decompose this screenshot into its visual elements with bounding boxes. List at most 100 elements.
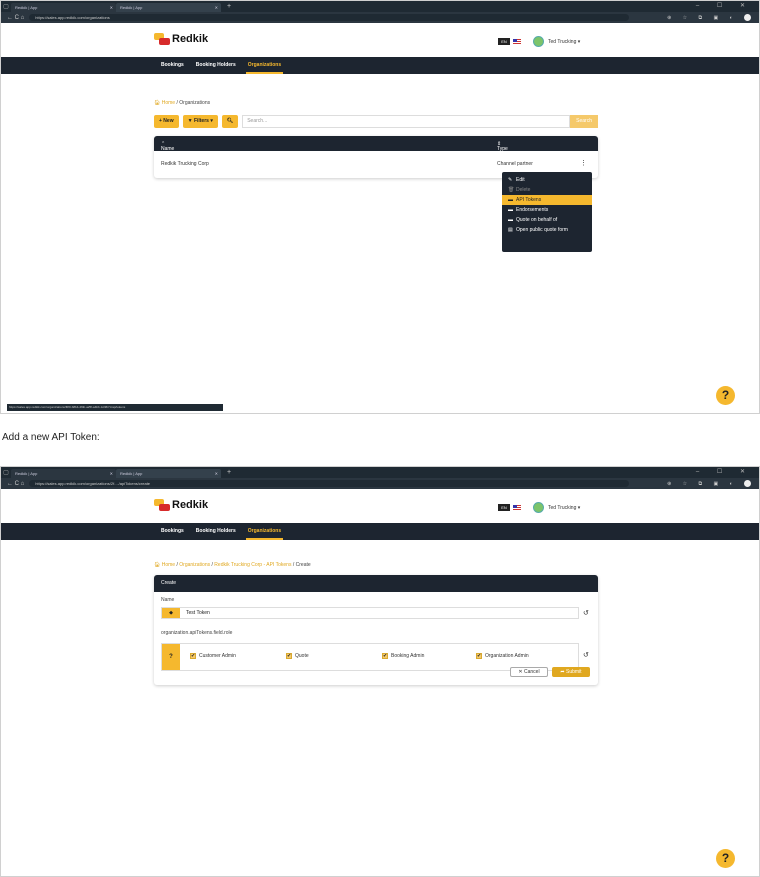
browser-tab[interactable]: Redkik | App ✕: [11, 469, 116, 478]
nav-booking-holders[interactable]: Booking Holders: [194, 57, 238, 74]
address-bar: ← C ⌂ https://sales.app.redkik.com/organ…: [1, 478, 759, 489]
nav-bookings[interactable]: Bookings: [159, 57, 186, 74]
breadcrumb-organizations[interactable]: Organizations: [179, 562, 210, 568]
extension-icons[interactable]: ⊕ ☆ ⧉ ▣ ◐: [667, 14, 751, 21]
help-button[interactable]: ?: [716, 386, 735, 405]
avatar[interactable]: [533, 36, 544, 47]
window-controls[interactable]: – ☐ ✕: [696, 1, 753, 12]
role-help-icon[interactable]: ?: [162, 644, 180, 670]
home-icon[interactable]: 🏠︎: [154, 562, 160, 568]
browser-tab-active[interactable]: Redkik | App ✕: [116, 469, 221, 478]
nav-organizations[interactable]: Organizations: [245, 523, 284, 540]
column-header-name[interactable]: Name ⌃: [161, 141, 174, 152]
menu-label: API Tokens: [516, 197, 542, 203]
help-button[interactable]: ?: [716, 849, 735, 868]
breadcrumb: 🏠︎ Home / Organizations: [154, 100, 210, 106]
breadcrumb-org-api-tokens[interactable]: Redkik Trucking Corp - API Tokens: [214, 562, 291, 568]
search-button[interactable]: Search: [570, 115, 598, 128]
role-label-text: Booking Admin: [391, 653, 425, 659]
user-menu[interactable]: Ted Trucking ▾: [548, 39, 580, 45]
reset-role-icon[interactable]: ↺: [583, 651, 589, 659]
role-label: organization.apiTokens.field.role: [161, 630, 233, 636]
close-tab-icon[interactable]: ✕: [110, 3, 113, 12]
role-checkbox-booking-admin[interactable]: ✔ Booking Admin: [382, 653, 424, 659]
window-controls[interactable]: – ☐ ✕: [696, 467, 753, 478]
role-checkbox-customer-admin[interactable]: ✔ Customer Admin: [190, 653, 236, 659]
role-label-text: Quote: [295, 653, 309, 659]
form-title: Create: [154, 575, 598, 592]
new-tab-icon[interactable]: +: [227, 3, 231, 10]
browser-tab-active[interactable]: Redkik | App ✕: [116, 3, 221, 12]
logo[interactable]: Redkik: [154, 33, 208, 45]
tag-icon: ◆: [162, 608, 180, 618]
role-checkbox-quote[interactable]: ✔ Quote: [286, 653, 309, 659]
filters-button[interactable]: ▼ Filters ▾: [182, 115, 218, 128]
menu-item-endorsements[interactable]: ▬ Endorsements: [502, 205, 592, 215]
logo-text: Redkik: [172, 33, 209, 45]
nav-bookings[interactable]: Bookings: [159, 523, 186, 540]
menu-item-open-public-quote[interactable]: ▤ Open public quote form: [502, 225, 592, 235]
table-header: Name ⌃ Type ⇕: [154, 136, 598, 152]
search-input[interactable]: Search...: [242, 115, 571, 128]
caption-text: Add a new API Token:: [2, 432, 100, 443]
row-actions-menu: ✎ Edit 🗑︎ Delete ▬ API Tokens ▬ Endorsements…: [502, 172, 592, 252]
breadcrumb: 🏠︎ Home / Organizations / Redkik Truckin…: [154, 562, 311, 568]
language-flag-icon[interactable]: EN: [498, 38, 510, 45]
tab-title: Redkik | App: [120, 5, 143, 10]
cancel-button[interactable]: ✕ Cancel: [510, 667, 548, 677]
home-icon[interactable]: 🏠︎: [154, 100, 160, 106]
checkbox-checked-icon: ✔: [382, 653, 388, 659]
url-field[interactable]: https://sales.app.redkik.com/organizatio…: [29, 480, 630, 487]
user-name: Ted Trucking: [548, 38, 577, 45]
extension-icons[interactable]: ⊕ ☆ ⧉ ▣ ◐: [667, 480, 751, 487]
role-label-text: Customer Admin: [199, 653, 236, 659]
logo-icon: [154, 499, 170, 511]
column-header-type[interactable]: Type ⇕: [497, 141, 508, 152]
extension-icons-glyphs: ⊕ ☆ ⧉ ▣ ◐: [667, 480, 738, 487]
menu-label: Endorsements: [516, 207, 549, 213]
avatar[interactable]: [533, 502, 544, 513]
name-field[interactable]: ◆ Test Token: [161, 607, 579, 619]
app-header: Redkik EN Ted Trucking ▾: [1, 489, 759, 523]
breadcrumb-home[interactable]: Home: [162, 100, 175, 106]
tab-title: Redkik | App: [15, 5, 38, 10]
user-menu[interactable]: Ted Trucking ▾: [548, 505, 580, 511]
kebab-menu-icon[interactable]: ⋮: [580, 159, 587, 167]
close-tab-icon[interactable]: ✕: [215, 469, 218, 478]
search-icon[interactable]: 🔍︎: [221, 115, 239, 128]
profile-icon[interactable]: [744, 480, 751, 487]
us-flag-icon[interactable]: [513, 504, 521, 511]
us-flag-icon[interactable]: [513, 38, 521, 45]
new-tab-icon[interactable]: +: [227, 469, 231, 476]
new-button[interactable]: + New: [154, 115, 179, 128]
close-tab-icon[interactable]: ✕: [110, 469, 113, 478]
reset-name-icon[interactable]: ↺: [583, 609, 589, 617]
nav-organizations[interactable]: Organizations: [245, 57, 284, 74]
menu-label: Open public quote form: [516, 227, 568, 233]
checkbox-checked-icon: ✔: [190, 653, 196, 659]
checkbox-checked-icon: ✔: [286, 653, 292, 659]
breadcrumb-current: Create: [295, 562, 311, 568]
breadcrumb-separator: /: [176, 100, 178, 106]
user-name: Ted Trucking: [548, 504, 577, 511]
menu-item-edit[interactable]: ✎ Edit: [502, 175, 592, 185]
menu-item-delete[interactable]: 🗑︎ Delete: [502, 185, 592, 195]
browser-tab[interactable]: Redkik | App ✕: [11, 3, 116, 12]
logo[interactable]: Redkik: [154, 499, 208, 511]
language-flag-icon[interactable]: EN: [498, 504, 510, 511]
menu-item-quote-on-behalf[interactable]: ▬ Quote on behalf of: [502, 215, 592, 225]
role-checkbox-organization-admin[interactable]: ✔ Organization Admin: [476, 653, 529, 659]
close-tab-icon[interactable]: ✕: [215, 3, 218, 12]
window-menu-icon[interactable]: ▢: [1, 468, 11, 478]
breadcrumb-home[interactable]: Home: [162, 562, 175, 568]
url-field[interactable]: https://sales.app.redkik.com/organizatio…: [29, 14, 630, 21]
window-menu-icon[interactable]: ▢: [1, 2, 11, 12]
menu-item-api-tokens[interactable]: ▬ API Tokens: [502, 195, 592, 205]
profile-icon[interactable]: [744, 14, 751, 21]
browser-nav-icons[interactable]: ← C ⌂: [7, 481, 24, 487]
submit-button[interactable]: ➦ Submit: [552, 667, 590, 677]
browser-tab-bar: ▢ Redkik | App ✕ Redkik | App ✕ + – ☐ ✕: [1, 467, 759, 478]
nav-booking-holders[interactable]: Booking Holders: [194, 523, 238, 540]
browser-nav-icons[interactable]: ← C ⌂: [7, 15, 24, 21]
screenshot-organizations: ▢ Redkik | App ✕ Redkik | App ✕ + – ☐ ✕ ← …: [0, 0, 760, 414]
